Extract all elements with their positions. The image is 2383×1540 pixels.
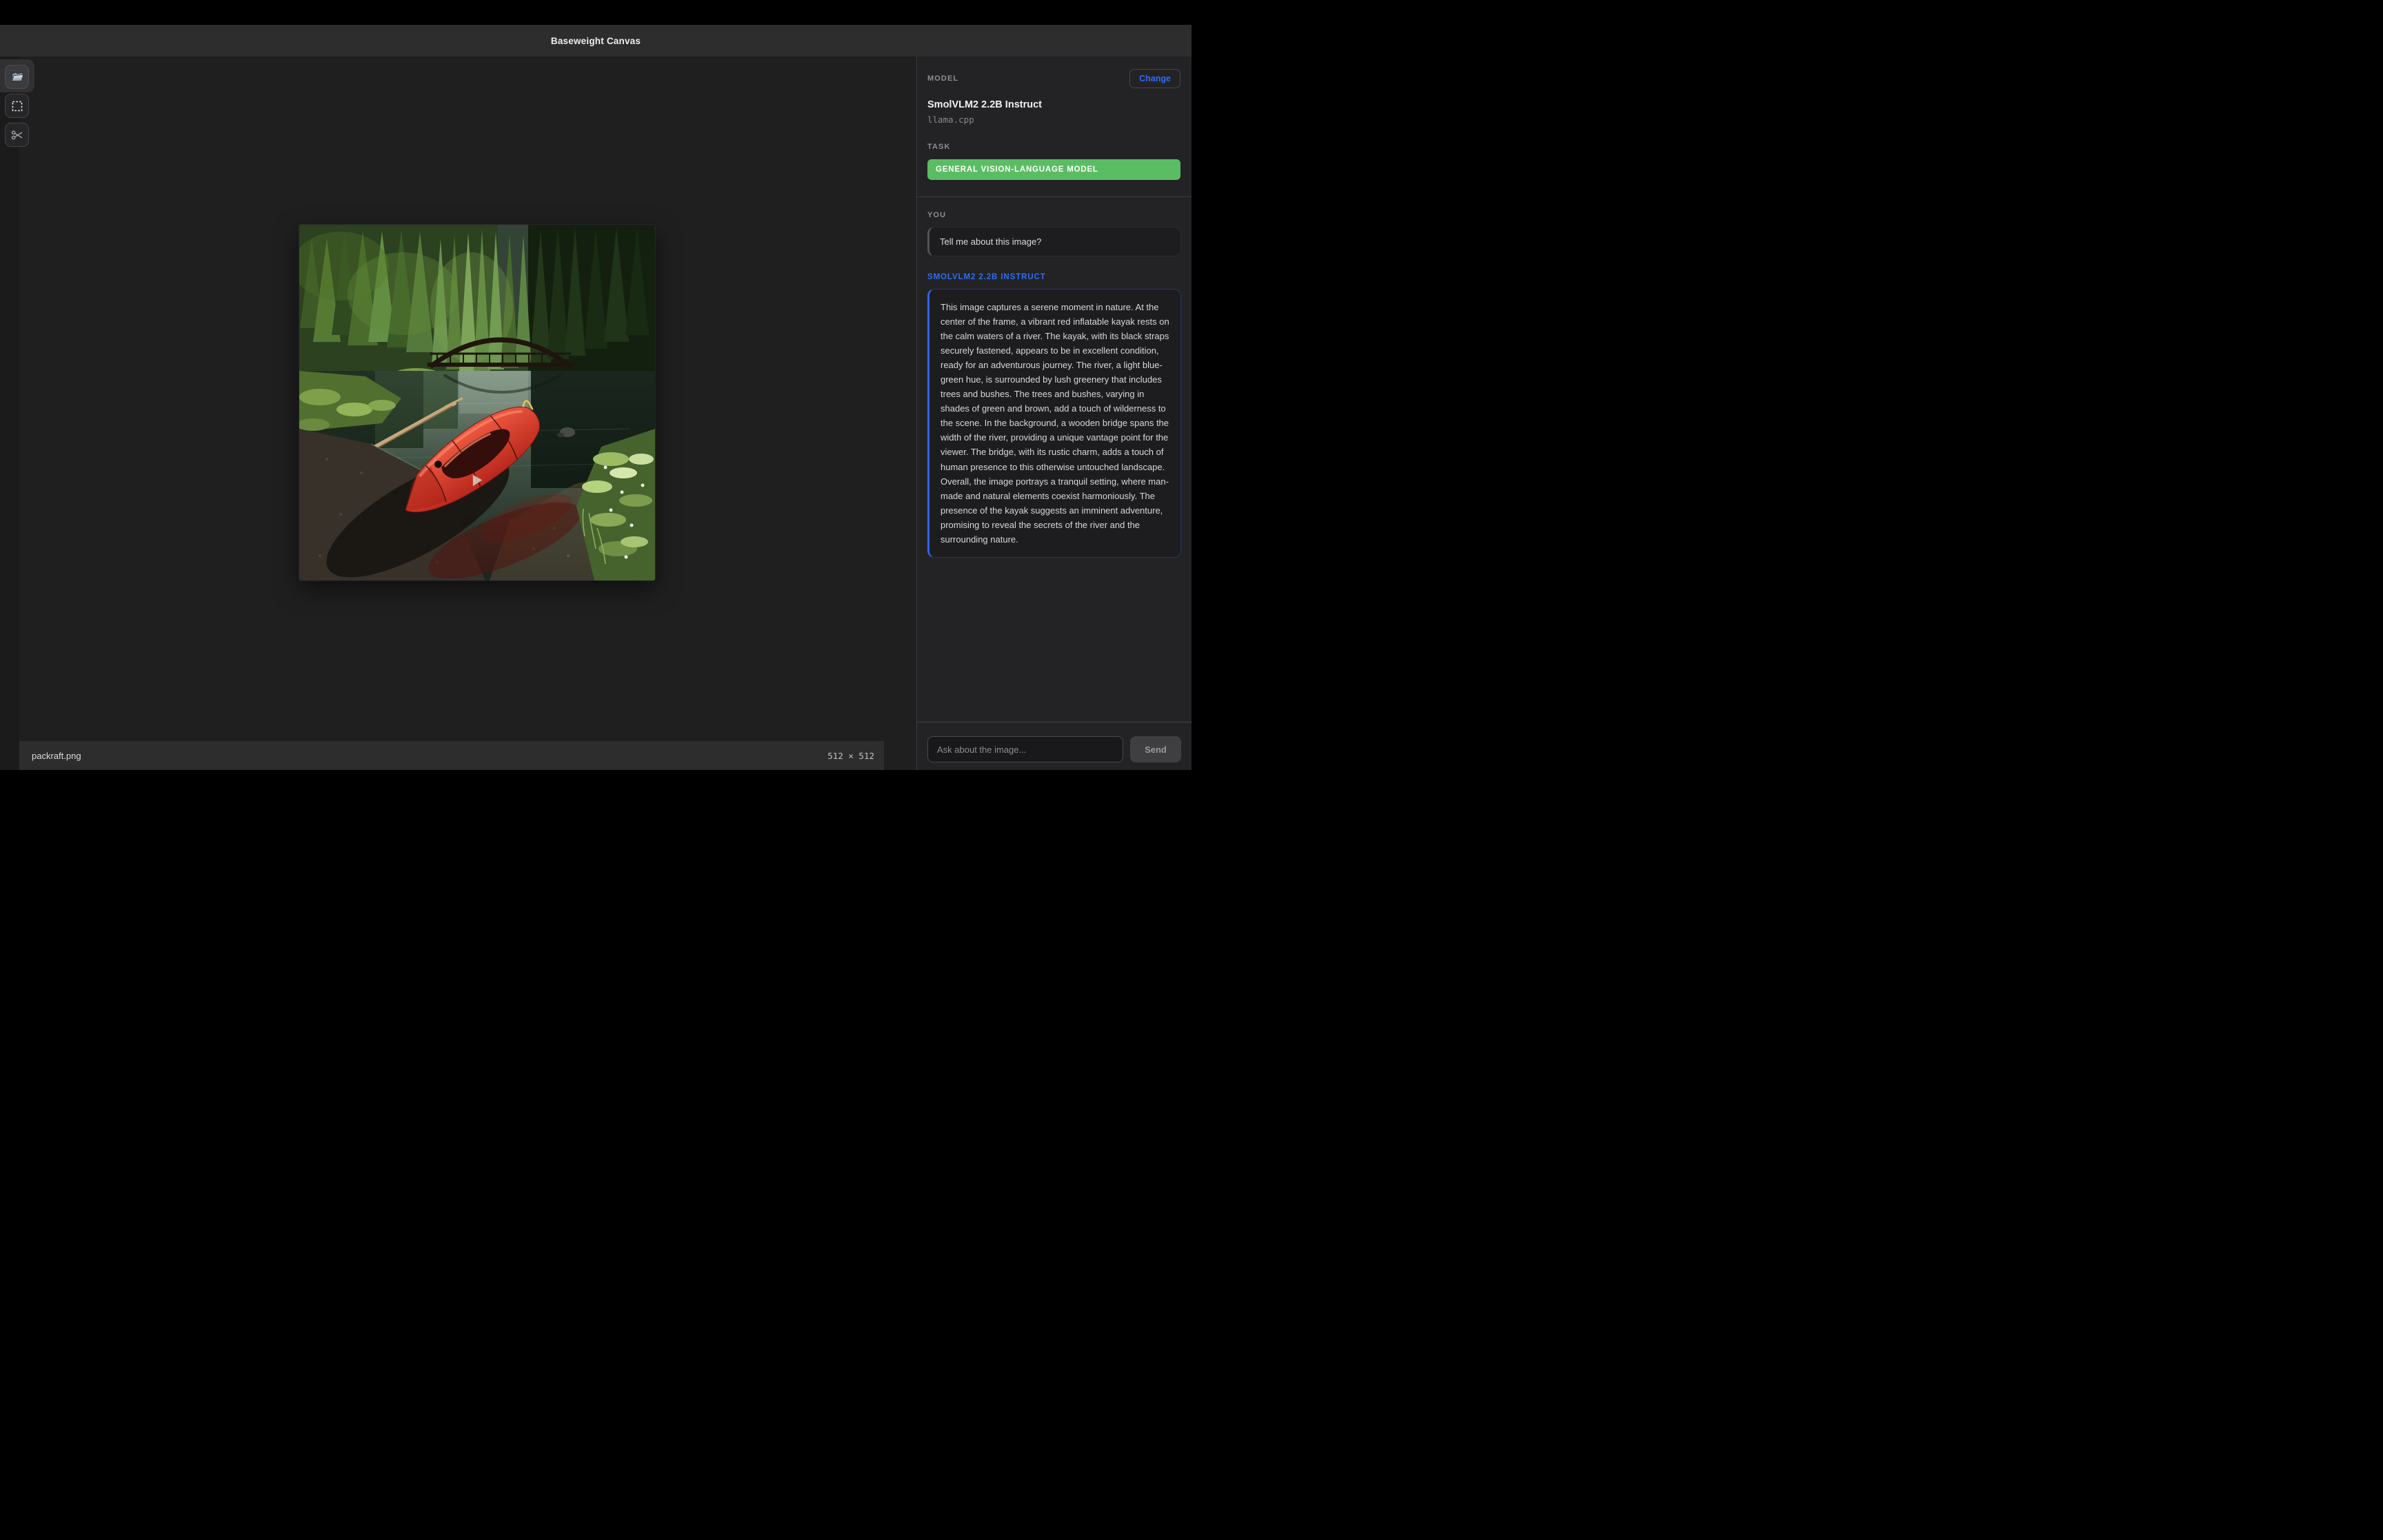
folder-icon bbox=[10, 70, 25, 85]
sidebar: MODEL Change SmolVLM2 2.2B Instruct llam… bbox=[916, 57, 1192, 770]
model-label: MODEL bbox=[927, 74, 958, 83]
marquee-icon bbox=[10, 99, 24, 113]
task-label: TASK bbox=[927, 143, 1180, 151]
model-name: SmolVLM2 2.2B Instruct bbox=[927, 99, 1180, 110]
titlebar: Baseweight Canvas bbox=[0, 25, 1192, 57]
statusbar-filename: packraft.png bbox=[32, 751, 81, 761]
scissors-icon bbox=[10, 128, 24, 142]
task-badge: GENERAL VISION-LANGUAGE MODEL bbox=[927, 159, 1180, 180]
window-title: Baseweight Canvas bbox=[551, 36, 641, 46]
left-rail bbox=[0, 57, 19, 770]
app-window: Baseweight Canvas bbox=[0, 0, 1192, 770]
assistant-label: SMOLVLM2 2.2B INSTRUCT bbox=[927, 273, 1181, 281]
send-button[interactable]: Send bbox=[1130, 736, 1181, 762]
canvas-area[interactable]: packraft.png 512 × 512 bbox=[0, 57, 916, 770]
model-runtime: llama.cpp bbox=[927, 114, 1180, 125]
statusbar: packraft.png 512 × 512 bbox=[19, 741, 884, 770]
statusbar-dimensions: 512 × 512 bbox=[827, 751, 874, 761]
chat-input[interactable] bbox=[927, 736, 1123, 762]
window-top-strip bbox=[0, 0, 1192, 25]
assistant-message: This image captures a serene moment in n… bbox=[927, 289, 1181, 558]
canvas-image-packraft[interactable] bbox=[299, 225, 655, 580]
user-message: Tell me about this image? bbox=[927, 227, 1181, 256]
composer: Send bbox=[917, 722, 1192, 770]
cut-button[interactable] bbox=[5, 123, 29, 147]
model-section: MODEL Change SmolVLM2 2.2B Instruct llam… bbox=[917, 57, 1192, 197]
select-region-button[interactable] bbox=[5, 94, 29, 118]
chat-history: YOU Tell me about this image? SMOLVLM2 2… bbox=[917, 197, 1192, 722]
change-model-button[interactable]: Change bbox=[1129, 69, 1180, 88]
open-file-button[interactable] bbox=[5, 65, 29, 89]
user-label: YOU bbox=[927, 211, 1181, 219]
